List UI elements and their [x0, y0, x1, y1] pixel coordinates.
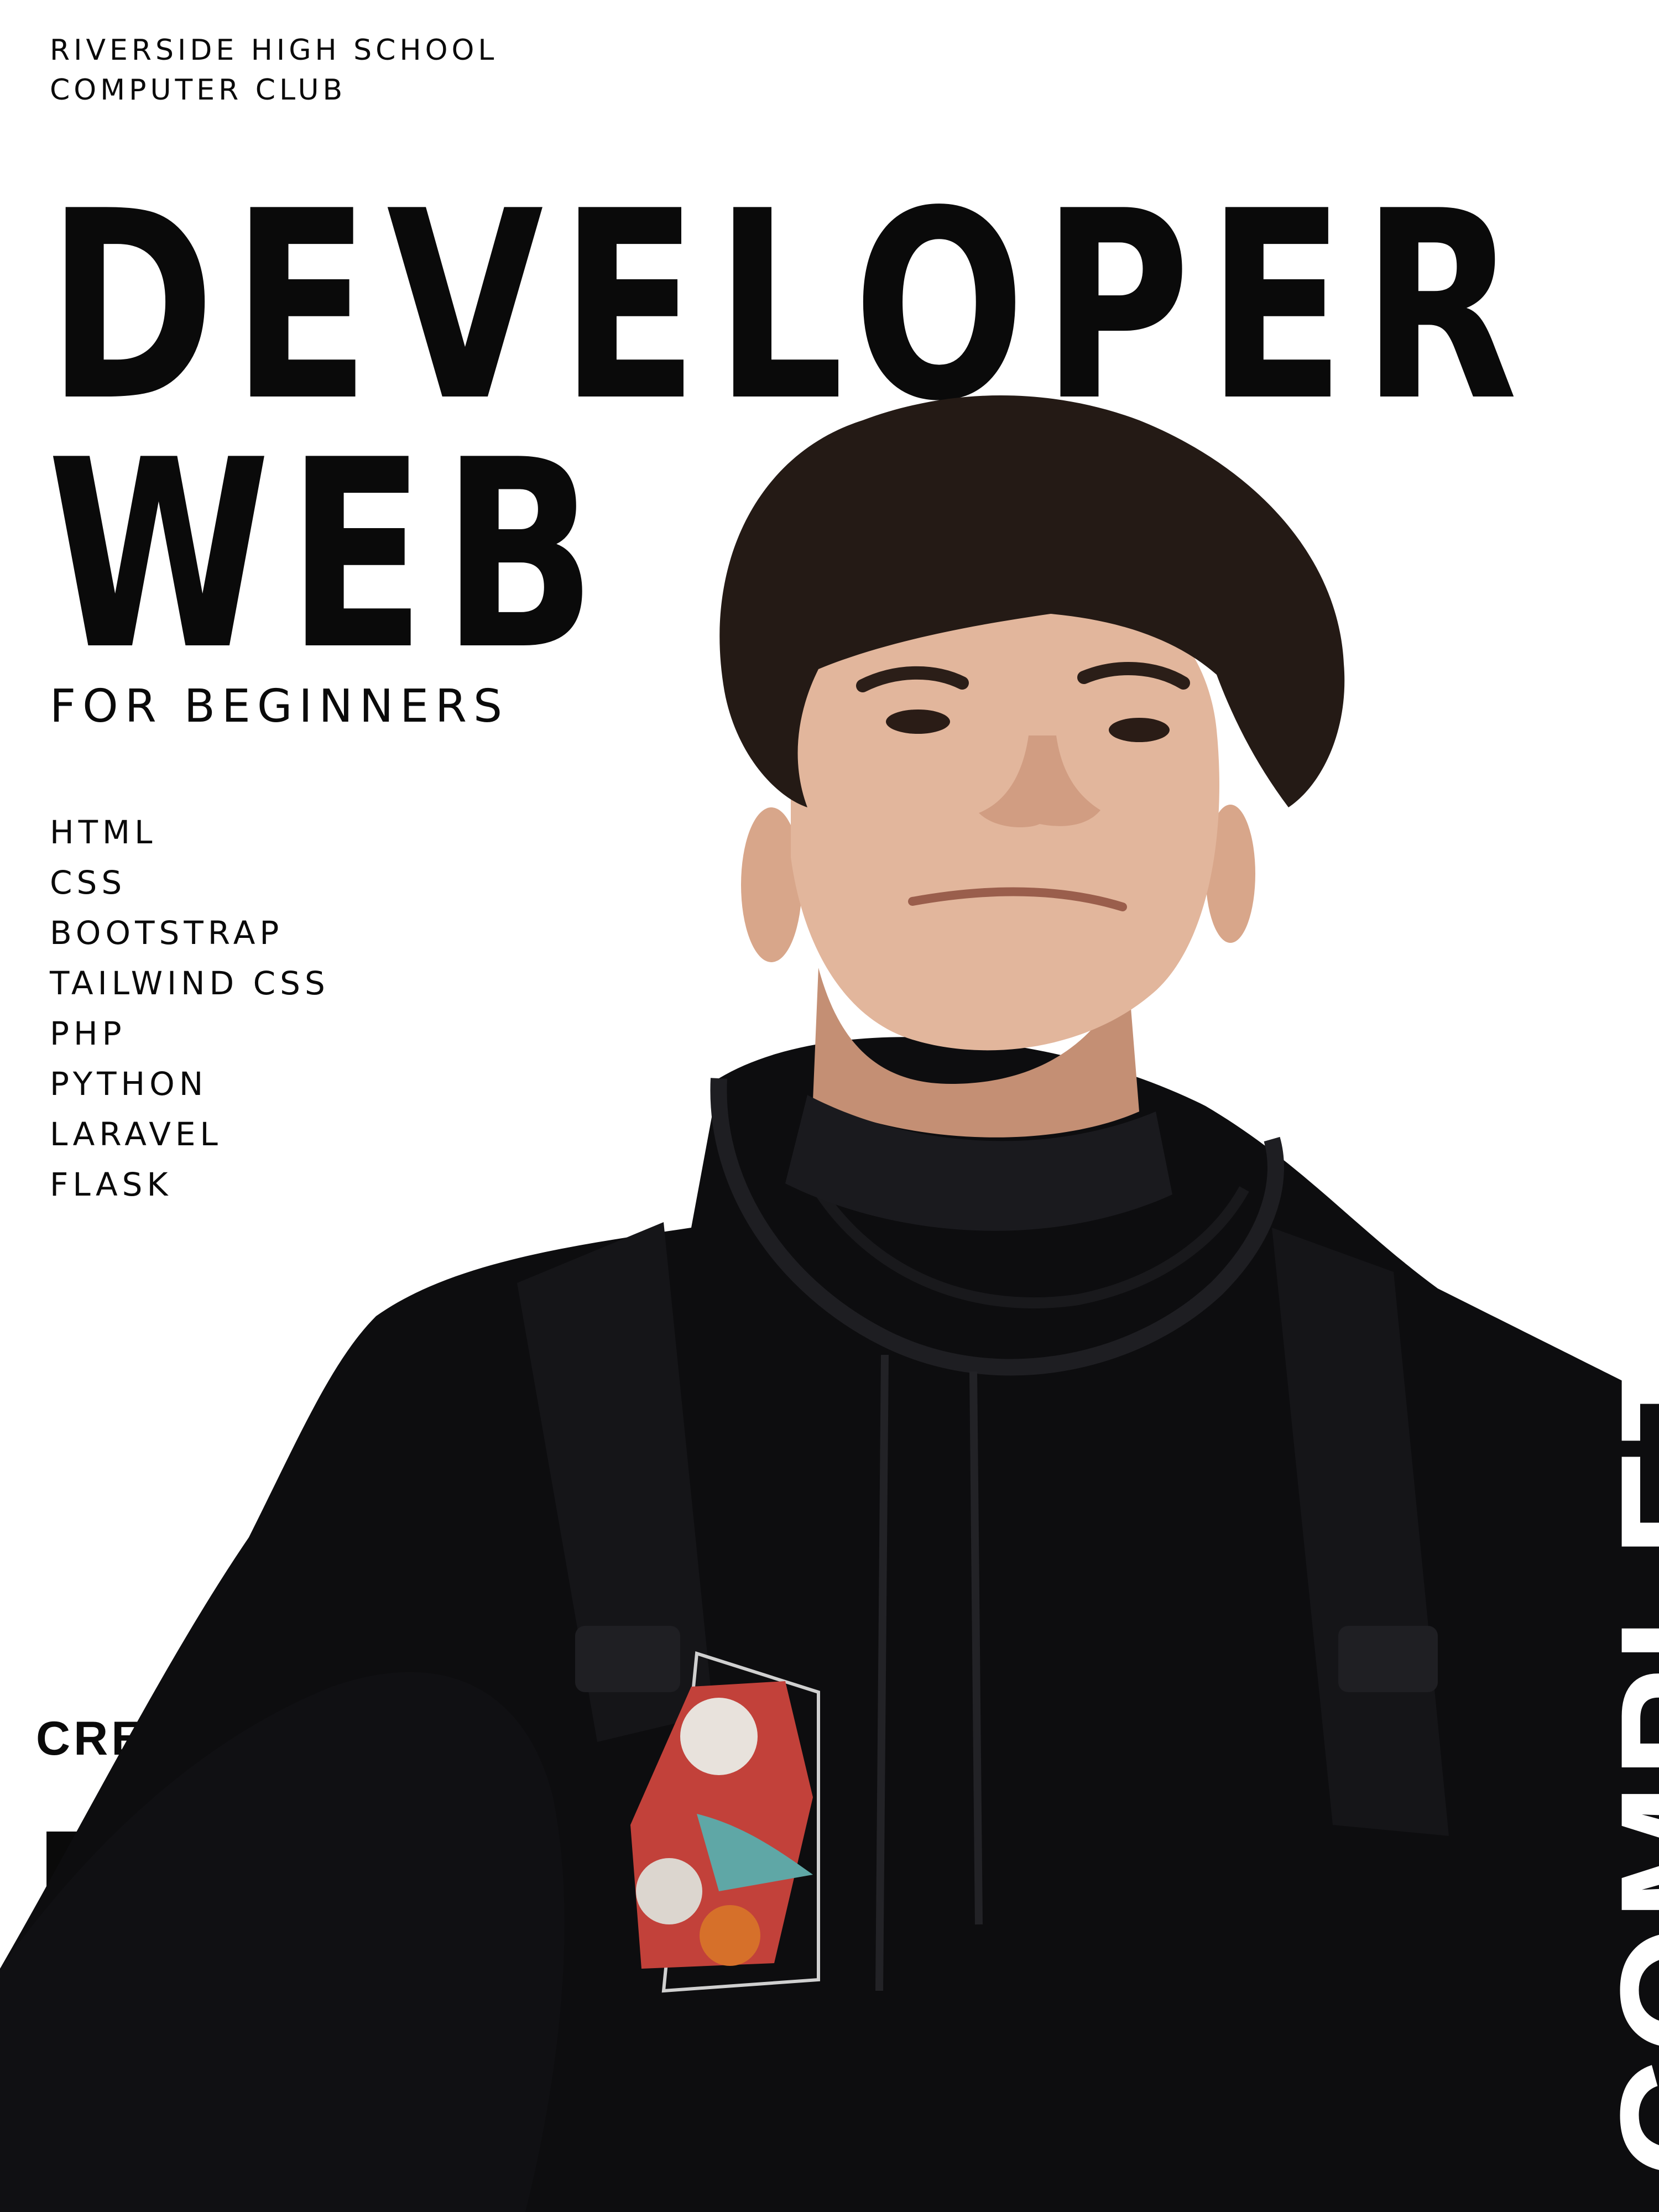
hoodie-graphic-flower	[680, 1698, 758, 1775]
completion-side-text: COMPLETIO	[1585, 1152, 1659, 2179]
strap-buckle	[1338, 1626, 1438, 1692]
hoodie-graphic-flower	[700, 1905, 760, 1966]
portrait-photo	[0, 395, 1659, 2212]
eye-left	[886, 709, 950, 734]
sleeve-arm	[0, 1672, 565, 2212]
certificate-poster: RIVERSIDE HIGH SCHOOL COMPUTER CLUB DEVE…	[0, 0, 1659, 2212]
hoodie-graphic-flower	[636, 1858, 702, 1924]
drawstring	[969, 1371, 983, 1925]
strap-buckle	[575, 1626, 680, 1692]
drawstring	[875, 1354, 889, 1991]
eye-right	[1109, 718, 1170, 742]
